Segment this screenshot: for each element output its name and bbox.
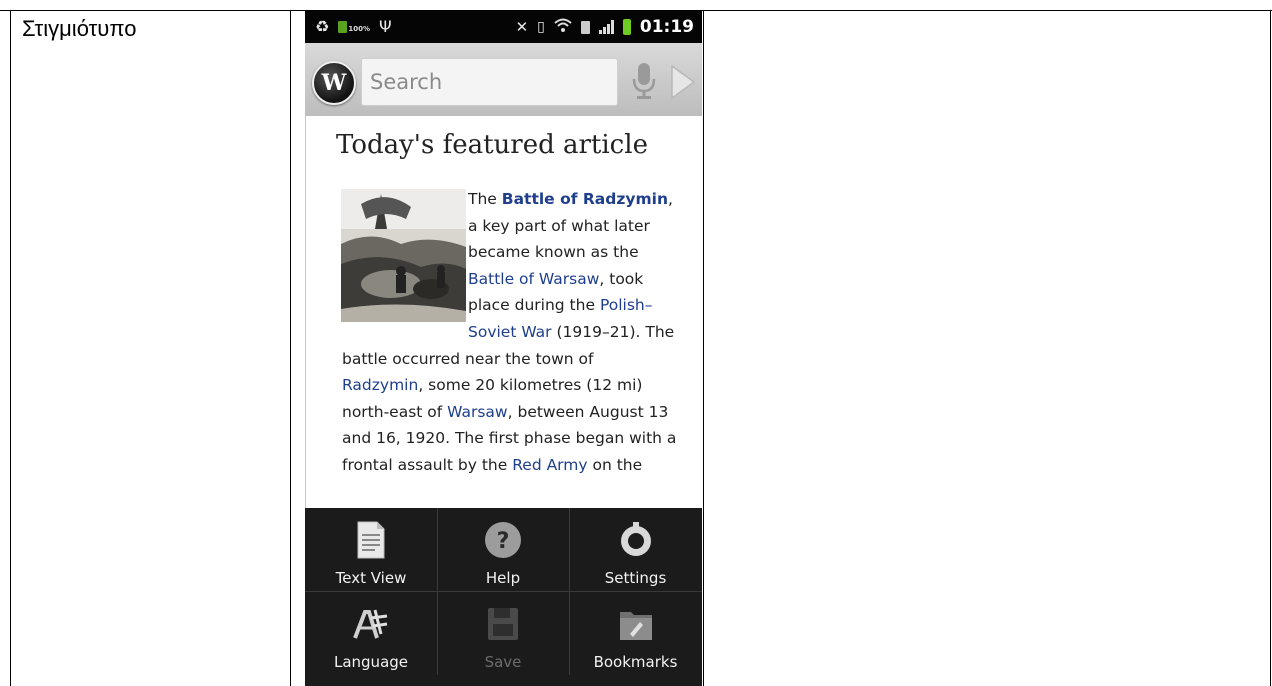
battery-icon	[622, 19, 631, 35]
article-content: Today's featured article The Battle of R…	[305, 116, 702, 516]
battery-icon: 100%	[338, 21, 370, 33]
article-text: The Battle of Radzymin, a key part of wh…	[342, 186, 677, 479]
battery-label: 100%	[348, 25, 370, 33]
svg-text:?: ?	[497, 529, 510, 554]
menu-label: Settings	[604, 569, 667, 587]
settings-icon	[616, 520, 656, 560]
table-column-divider-2	[703, 10, 704, 686]
link-red-army[interactable]: Red Army	[512, 456, 587, 474]
microphone-icon[interactable]	[630, 61, 658, 101]
recycle-icon: ♻	[315, 17, 330, 36]
menu-label: Language	[333, 653, 409, 671]
menu-item-bookmarks[interactable]: Bookmarks	[569, 592, 702, 675]
save-icon	[483, 604, 523, 644]
search-bar: W Search	[305, 43, 702, 116]
clock: 01:19	[639, 17, 694, 37]
layout-table: Στιγμιότυπο ♻ 100% Ψ ✕ ▯ 01:19 W Search …	[0, 0, 1272, 686]
document-icon	[351, 520, 391, 560]
wifi-icon	[554, 17, 572, 37]
menu-label: Help	[485, 569, 521, 587]
article-text-segment: The	[468, 190, 502, 208]
link-battle-of-radzymin[interactable]: Battle of Radzymin	[502, 190, 668, 208]
menu-item-language[interactable]: Language	[305, 592, 438, 675]
menu-item-help[interactable]: ? Help	[437, 508, 570, 592]
link-battle-of-warsaw[interactable]: Battle of Warsaw	[468, 270, 599, 288]
logo-letter: W	[321, 70, 347, 96]
link-radzymin[interactable]: Radzymin	[342, 376, 418, 394]
row-label: Στιγμιότυπο	[22, 16, 137, 41]
status-bar: ♻ 100% Ψ ✕ ▯ 01:19	[305, 11, 702, 43]
help-icon: ?	[483, 520, 523, 560]
menu-label: Bookmarks	[593, 653, 678, 671]
go-arrow-icon[interactable]	[668, 63, 698, 101]
phone-screenshot: ♻ 100% Ψ ✕ ▯ 01:19 W Search Today's feat…	[305, 11, 702, 686]
table-column-divider	[290, 10, 291, 686]
bookmarks-icon	[616, 604, 656, 644]
menu-label: Save	[484, 653, 522, 671]
options-menu: Text View ? Help Settings Language Save …	[305, 508, 702, 686]
menu-item-text-view[interactable]: Text View	[305, 508, 438, 592]
usb-icon: Ψ	[378, 17, 392, 36]
menu-item-save[interactable]: Save	[437, 592, 570, 675]
wikipedia-logo-icon[interactable]: W	[312, 61, 356, 105]
link-warsaw[interactable]: Warsaw	[447, 403, 507, 421]
signal-icon	[598, 20, 614, 34]
table-border-right	[1270, 10, 1271, 686]
article-text-segment: on the	[587, 455, 643, 474]
search-placeholder: Search	[370, 70, 443, 94]
menu-item-settings[interactable]: Settings	[569, 508, 702, 592]
sim-icon	[580, 20, 590, 34]
featured-article-heading: Today's featured article	[336, 130, 648, 160]
mute-icon: ✕	[515, 18, 529, 36]
menu-label: Text View	[335, 569, 407, 587]
vibrate-icon: ▯	[537, 19, 545, 35]
language-icon	[351, 604, 391, 644]
search-input[interactable]: Search	[361, 58, 618, 106]
table-border-left	[10, 10, 11, 686]
